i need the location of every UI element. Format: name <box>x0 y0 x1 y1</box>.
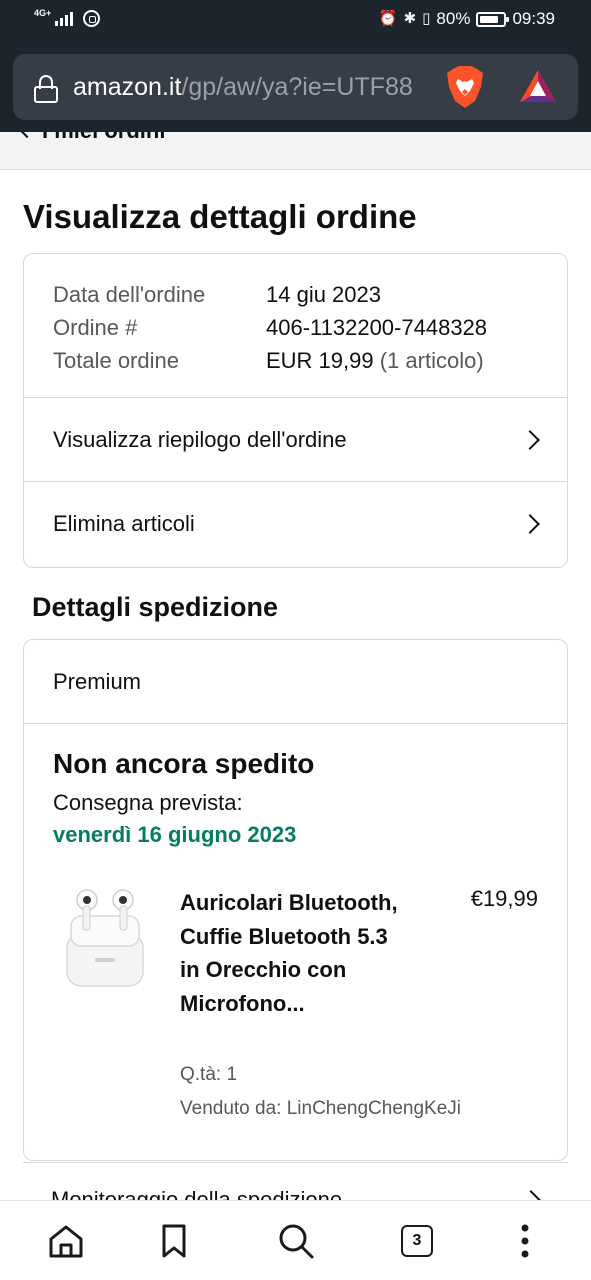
product-image[interactable] <box>65 886 145 992</box>
bluetooth-icon: ✱ <box>403 10 417 27</box>
chevron-right-icon <box>521 1190 541 1200</box>
view-order-summary-link[interactable]: Visualizza riepilogo dell'ordine <box>24 398 567 482</box>
chevron-right-icon <box>520 429 540 450</box>
status-bar: 4G+ ⏰ ✱ ▯ 80% 09:39 <box>0 0 591 44</box>
order-number-row: Ordine # 406-1132200-7448328 <box>53 311 538 344</box>
address-bar[interactable]: amazon.it/gp/aw/ya?ie=UTF88 <box>13 54 578 120</box>
whatsapp-icon <box>83 10 101 27</box>
order-total-row: Totale ordine EUR 19,99 (1 articolo) <box>53 344 538 377</box>
view-order-summary-label: Visualizza riepilogo dell'ordine <box>53 426 347 452</box>
order-info: Data dell'ordine 14 giu 2023 Ordine # 40… <box>24 254 567 398</box>
order-date-label: Data dell'ordine <box>53 282 206 307</box>
home-icon[interactable] <box>46 1221 86 1261</box>
bat-rewards-icon[interactable] <box>518 68 558 104</box>
clock: 09:39 <box>512 9 555 28</box>
shipping-method: Premium <box>24 640 567 724</box>
search-icon[interactable] <box>276 1221 316 1261</box>
order-total-label: Totale ordine <box>53 348 179 373</box>
product-title[interactable]: Auricolari Bluetooth, Cuffie Bluetooth 5… <box>180 886 410 1020</box>
page-content: I miei ordini Visualizza dettagli ordine… <box>0 132 591 1200</box>
order-item[interactable]: Auricolari Bluetooth, Cuffie Bluetooth 5… <box>53 886 538 1126</box>
eta-label: Consegna prevista: <box>53 790 243 815</box>
product-seller: Venduto da: LinChengChengKeJi <box>180 1098 462 1119</box>
order-date-value: 14 giu 2023 <box>266 282 381 307</box>
status-left: 4G+ <box>34 8 101 27</box>
bottom-navigation: 3 <box>0 1200 591 1280</box>
page-title: Visualizza dettagli ordine <box>23 198 417 235</box>
shipment-details: Non ancora spedito Consegna prevista: ve… <box>24 724 567 1150</box>
status-right: ⏰ ✱ ▯ 80% 09:39 <box>379 9 555 29</box>
order-date-row: Data dell'ordine 14 giu 2023 <box>53 278 538 311</box>
order-number-value: 406-1132200-7448328 <box>266 315 488 340</box>
url-domain: amazon.it <box>73 73 182 101</box>
order-item-count: (1 articolo) <box>379 348 484 373</box>
order-total-amount: EUR 19,99 <box>266 348 374 373</box>
more-icon[interactable] <box>505 1221 545 1261</box>
bookmark-icon[interactable] <box>154 1221 194 1261</box>
lock-icon[interactable] <box>34 75 58 103</box>
back-label: I miei ordini <box>42 132 165 144</box>
back-link[interactable]: I miei ordini <box>19 132 165 144</box>
product-quantity: Q.tà: 1 <box>180 1064 238 1085</box>
order-number-label: Ordine # <box>53 315 138 340</box>
battery-percent: 80% <box>436 9 471 28</box>
eta-date: venerdì 16 giugno 2023 <box>53 822 297 847</box>
shipping-heading: Dettagli spedizione <box>32 592 279 622</box>
signal-icon <box>55 11 74 26</box>
track-shipment-label: Monitoraggio della spedizione <box>51 1187 343 1200</box>
vibrate-icon: ▯ <box>422 10 431 27</box>
back-bar: I miei ordini <box>0 132 591 170</box>
battery-icon <box>476 11 510 27</box>
brave-shield-icon[interactable] <box>445 65 485 109</box>
shipment-status: Non ancora spedito <box>53 748 315 779</box>
shipment-card: Premium Non ancora spedito Consegna prev… <box>23 639 568 1161</box>
browser-toolbar: amazon.it/gp/aw/ya?ie=UTF88 <box>0 44 591 132</box>
tabs-icon[interactable]: 3 <box>401 1225 433 1257</box>
alarm-icon: ⏰ <box>378 10 398 27</box>
order-summary-card: Data dell'ordine 14 giu 2023 Ordine # 40… <box>23 253 568 568</box>
track-shipment-link[interactable]: Monitoraggio della spedizione <box>23 1162 568 1200</box>
url-text[interactable]: amazon.it/gp/aw/ya?ie=UTF88 <box>73 73 443 102</box>
product-price: €19,99 <box>470 886 538 911</box>
delete-items-link[interactable]: Elimina articoli <box>24 482 567 566</box>
delete-items-label: Elimina articoli <box>53 511 195 536</box>
chevron-left-icon <box>19 132 35 139</box>
chevron-right-icon <box>520 514 540 534</box>
order-total-value: EUR 19,99 (1 articolo) <box>266 344 484 377</box>
url-path: /gp/aw/ya?ie=UTF88 <box>181 73 413 101</box>
network-type: 4G+ <box>34 8 52 18</box>
